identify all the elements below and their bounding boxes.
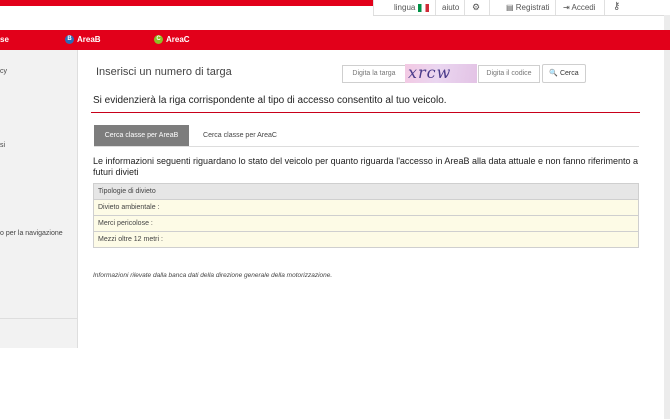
table-row: Merci pericolose : xyxy=(93,215,639,232)
tab-areab[interactable]: Cerca classe per AreaB xyxy=(94,125,189,146)
search-icon: 🔍 xyxy=(549,70,559,77)
nav-item-partial[interactable]: se xyxy=(0,34,9,46)
search-button[interactable]: 🔍 Cerca xyxy=(542,64,586,83)
scrollbar-track[interactable] xyxy=(664,15,670,419)
captcha-code-input[interactable]: Digita il codice xyxy=(478,65,540,83)
table-cell: Mezzi oltre 12 metri : xyxy=(93,231,639,248)
plate-input[interactable]: Digita la targa xyxy=(342,65,406,83)
language-label: lingua xyxy=(394,3,416,12)
sidebar-divider xyxy=(0,318,77,319)
search-label: Cerca xyxy=(559,70,579,77)
table-row: Mezzi oltre 12 metri : xyxy=(93,231,639,248)
nav-item-areab[interactable]: B AreaB xyxy=(65,34,101,46)
description-text: Le informazioni seguenti riguardano lo s… xyxy=(93,156,639,177)
utility-divider xyxy=(604,0,605,15)
utility-divider xyxy=(373,0,374,15)
table-header-row: Tipologie di divieto xyxy=(93,183,639,200)
key-icon[interactable]: ⚷ xyxy=(613,1,620,12)
areac-badge-icon: C xyxy=(154,35,163,45)
login-link[interactable]: ⇥ Accedi xyxy=(563,2,596,13)
language-selector[interactable]: lingua xyxy=(394,2,430,13)
sidebar-item[interactable]: cy xyxy=(0,68,7,75)
captcha-image: xrcw xyxy=(405,64,477,83)
register-link[interactable]: ▤ Registrati xyxy=(506,2,550,13)
login-label: Accedi xyxy=(571,3,596,12)
sidebar-item[interactable]: si xyxy=(0,142,5,149)
register-icon: ▤ xyxy=(506,3,516,12)
red-divider xyxy=(91,112,640,113)
nav-item-label: AreaC xyxy=(166,35,190,44)
nav-item-areac[interactable]: C AreaC xyxy=(154,34,190,46)
main-nav: se B AreaB C AreaC xyxy=(0,30,670,50)
gear-icon[interactable]: ⚙ xyxy=(472,2,480,13)
utility-divider xyxy=(489,0,490,15)
table-header: Tipologie di divieto xyxy=(93,183,639,200)
table-row: Divieto ambientale : xyxy=(93,199,639,216)
table-cell: Merci pericolose : xyxy=(93,215,639,232)
help-link[interactable]: aiuto xyxy=(442,2,459,13)
italy-flag-icon xyxy=(418,3,430,12)
sidebar: cy si o per la navigazione xyxy=(0,50,78,348)
utility-divider xyxy=(435,0,436,15)
page-title: Inserisci un numero di targa xyxy=(96,66,232,78)
nav-item-label: AreaB xyxy=(77,35,101,44)
register-label: Registrati xyxy=(515,3,550,12)
captcha-text: xrcw xyxy=(408,64,452,82)
tab-divider xyxy=(94,146,639,147)
sidebar-item[interactable]: o per la navigazione xyxy=(0,230,63,237)
footnote: Informazioni rilevate dalla banca dati d… xyxy=(93,272,333,279)
areab-badge-icon: B xyxy=(65,35,74,45)
utility-divider xyxy=(464,0,465,15)
tab-areac[interactable]: Cerca classe per AreaC xyxy=(190,125,290,146)
restrictions-table: Tipologie di divieto Divieto ambientale … xyxy=(93,183,639,248)
info-line: Si evidenzierà la riga corrispondente al… xyxy=(93,95,447,106)
utility-bar: lingua aiuto ⚙ ▤ Registrati ⇥ Accedi ⚷ xyxy=(373,0,670,16)
table-cell: Divieto ambientale : xyxy=(93,199,639,216)
utility-divider xyxy=(555,0,556,15)
